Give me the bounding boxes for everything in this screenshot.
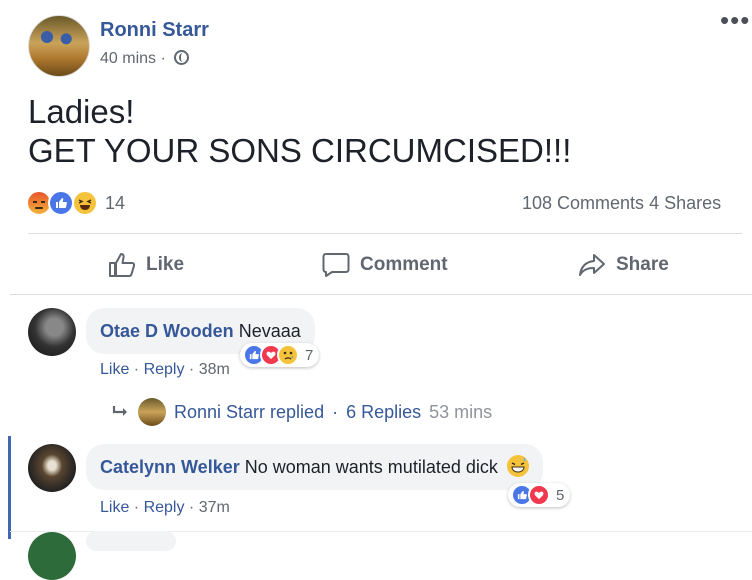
comment-bubble (86, 531, 176, 551)
replies-count: 6 Replies (346, 401, 422, 422)
share-button[interactable]: Share (578, 252, 669, 278)
post-text-line2: GET YOUR SONS CIRCUMCISED!!! (28, 132, 572, 169)
comment-like-link[interactable]: Like (100, 499, 129, 516)
post-author-name[interactable]: Ronni Starr (100, 19, 209, 42)
comment-text: Nevaaa (238, 321, 301, 341)
comment-label: Comment (360, 254, 448, 275)
thumbs-up-icon (109, 253, 136, 277)
comment-button[interactable]: Comment (322, 252, 448, 278)
reply-arrow-icon (112, 406, 127, 416)
comment-reaction-count: 7 (305, 346, 314, 364)
post-text-line1: Ladies! (28, 93, 135, 130)
post-timestamp[interactable]: 40 mins · (100, 50, 190, 68)
post-time-sep: · (160, 50, 166, 67)
comment-reaction-count: 5 (556, 486, 565, 504)
comment-time[interactable]: 37m (199, 499, 230, 516)
love-icon (528, 484, 550, 506)
commenter-avatar[interactable] (28, 308, 76, 356)
post-time-text: 40 mins (100, 50, 157, 67)
replier-avatar (138, 398, 166, 426)
share-label: Share (616, 254, 669, 275)
post-text: Ladies! GET YOUR SONS CIRCUMCISED!!! (28, 92, 571, 170)
divider (28, 233, 742, 234)
comment-time[interactable]: 38m (199, 361, 230, 378)
view-replies-link[interactable]: Ronni Starr replied · 6 Replies 53 mins (112, 398, 492, 426)
highlight-bar (8, 436, 11, 539)
comment-meta: Like · Reply · 38m (100, 361, 230, 378)
comment-bubble: Catelynn Welker No woman wants mutilated… (86, 444, 543, 490)
comment-reactions-badge[interactable]: 7 (240, 343, 320, 367)
comment-text: No woman wants mutilated dick (244, 457, 498, 477)
commenter-avatar[interactable] (28, 444, 76, 492)
comments-shares: 108 Comments 4 Shares (522, 193, 721, 214)
more-options-button[interactable]: ••• (720, 5, 750, 36)
comment-meta: Like · Reply · 37m (100, 499, 230, 516)
commenter-name[interactable]: Catelynn Welker (100, 457, 240, 477)
like-label: Like (146, 254, 185, 275)
comment-bubble-icon (322, 253, 350, 277)
commenter-avatar[interactable] (28, 532, 76, 580)
divider (10, 294, 752, 295)
comment-reply-link[interactable]: Reply (144, 499, 185, 516)
replies-sep: · (332, 401, 339, 422)
post-author-avatar[interactable] (28, 15, 90, 77)
comments-count-link[interactable]: 108 Comments (522, 193, 644, 213)
grinning-sweat-emoji-icon (506, 455, 529, 477)
replies-time: 53 mins (429, 401, 493, 422)
comment-reply-link[interactable]: Reply (144, 361, 185, 378)
like-button[interactable]: Like (108, 252, 184, 278)
comment-like-link[interactable]: Like (100, 361, 129, 378)
like-icon[interactable] (48, 190, 74, 216)
share-arrow-icon (579, 254, 605, 276)
commenter-name[interactable]: Otae D Wooden (100, 321, 234, 341)
reaction-count[interactable]: 14 (105, 193, 125, 214)
haha-icon[interactable] (72, 190, 98, 216)
sad-icon (277, 344, 299, 366)
shares-count-link[interactable]: 4 Shares (649, 193, 721, 213)
comment-reactions-badge[interactable]: 5 (508, 483, 571, 507)
globe-icon (174, 50, 190, 65)
replier-text: Ronni Starr replied (174, 401, 325, 422)
